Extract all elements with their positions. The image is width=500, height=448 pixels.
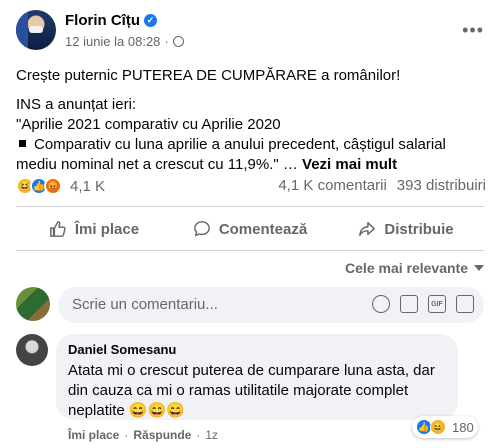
sticker-icon[interactable]: [456, 295, 474, 313]
divider: [16, 206, 484, 207]
commenter-avatar[interactable]: [16, 334, 48, 366]
comment-placeholder: Scrie un comentariu...: [72, 296, 218, 313]
post-stats: 😆 👍 😡 4,1 K 4,1 K comentarii 393 distrib…: [16, 176, 486, 198]
comment-text: Atata mi o crescut puterea de cumparare …: [68, 362, 435, 419]
post-line: INS a anunțat ieri:: [16, 96, 137, 113]
gif-icon[interactable]: GIF: [428, 295, 446, 313]
comment-composer: Scrie un comentariu... GIF: [16, 287, 484, 323]
comment-reply-button[interactable]: Răspunde: [133, 428, 191, 442]
comment-reactions[interactable]: 👍 😆 180: [412, 416, 478, 438]
reaction-summary[interactable]: 😆 👍 😡 4,1 K: [16, 177, 105, 195]
comment-actions: Îmi place · Răspunde · 1z: [68, 428, 219, 442]
post-line: "Aprilie 2021 comparativ cu Aprilie 2020: [16, 116, 281, 133]
comment-reaction-count: 180: [452, 419, 474, 435]
post-header: Florin Cîțu ✓ 12 iunie la 08:28 · •••: [16, 10, 484, 54]
comment-sort-dropdown[interactable]: Cele mai relevante: [345, 260, 484, 276]
author-name-row: Florin Cîțu ✓: [65, 12, 157, 29]
chevron-down-icon: [474, 265, 484, 271]
comment-time[interactable]: 1z: [205, 428, 218, 442]
comment-like-button[interactable]: Îmi place: [68, 428, 119, 442]
reaction-count: 4,1 K: [70, 177, 106, 195]
current-user-avatar[interactable]: [16, 287, 50, 321]
comment-input[interactable]: Scrie un comentariu... GIF: [58, 287, 484, 323]
globe-icon: [172, 36, 184, 47]
emoji-icon[interactable]: [372, 295, 390, 313]
post-body: Crește puternic PUTEREA DE CUMPĂRARE a r…: [16, 66, 486, 175]
camera-icon[interactable]: [400, 295, 418, 313]
post-actions: Îmi place Comentează Distribuie: [16, 214, 484, 244]
post-date[interactable]: 12 iunie la 08:28: [65, 34, 160, 49]
author-name[interactable]: Florin Cîțu: [65, 12, 140, 29]
post-line: Comparativ cu luna aprilie a anului prec…: [16, 136, 446, 173]
share-icon: [359, 221, 376, 237]
see-more-link[interactable]: Vezi mai mult: [302, 156, 397, 173]
angry-icon: 😡: [44, 177, 62, 195]
comment-bubble: Daniel Somesanu Atata mi o crescut puter…: [56, 334, 458, 420]
comment-count[interactable]: 4,1 K comentarii: [278, 177, 386, 194]
comment-icon: [193, 221, 210, 237]
haha-icon: 😆: [430, 419, 446, 435]
thumbs-up-icon: [49, 221, 66, 237]
share-count[interactable]: 393 distribuiri: [397, 177, 486, 194]
verified-icon: ✓: [144, 14, 157, 27]
commenter-name[interactable]: Daniel Somesanu: [68, 342, 446, 357]
comment-button[interactable]: Comentează: [172, 214, 328, 244]
bullet-icon: [19, 140, 26, 147]
more-options-icon[interactable]: •••: [462, 20, 484, 41]
author-avatar[interactable]: [16, 10, 56, 50]
share-button[interactable]: Distribuie: [328, 214, 484, 244]
post-meta: 12 iunie la 08:28 ·: [65, 34, 184, 49]
like-button[interactable]: Îmi place: [16, 214, 172, 244]
divider: [16, 250, 484, 251]
post-headline: Crește puternic PUTEREA DE CUMPĂRARE a r…: [16, 67, 401, 84]
